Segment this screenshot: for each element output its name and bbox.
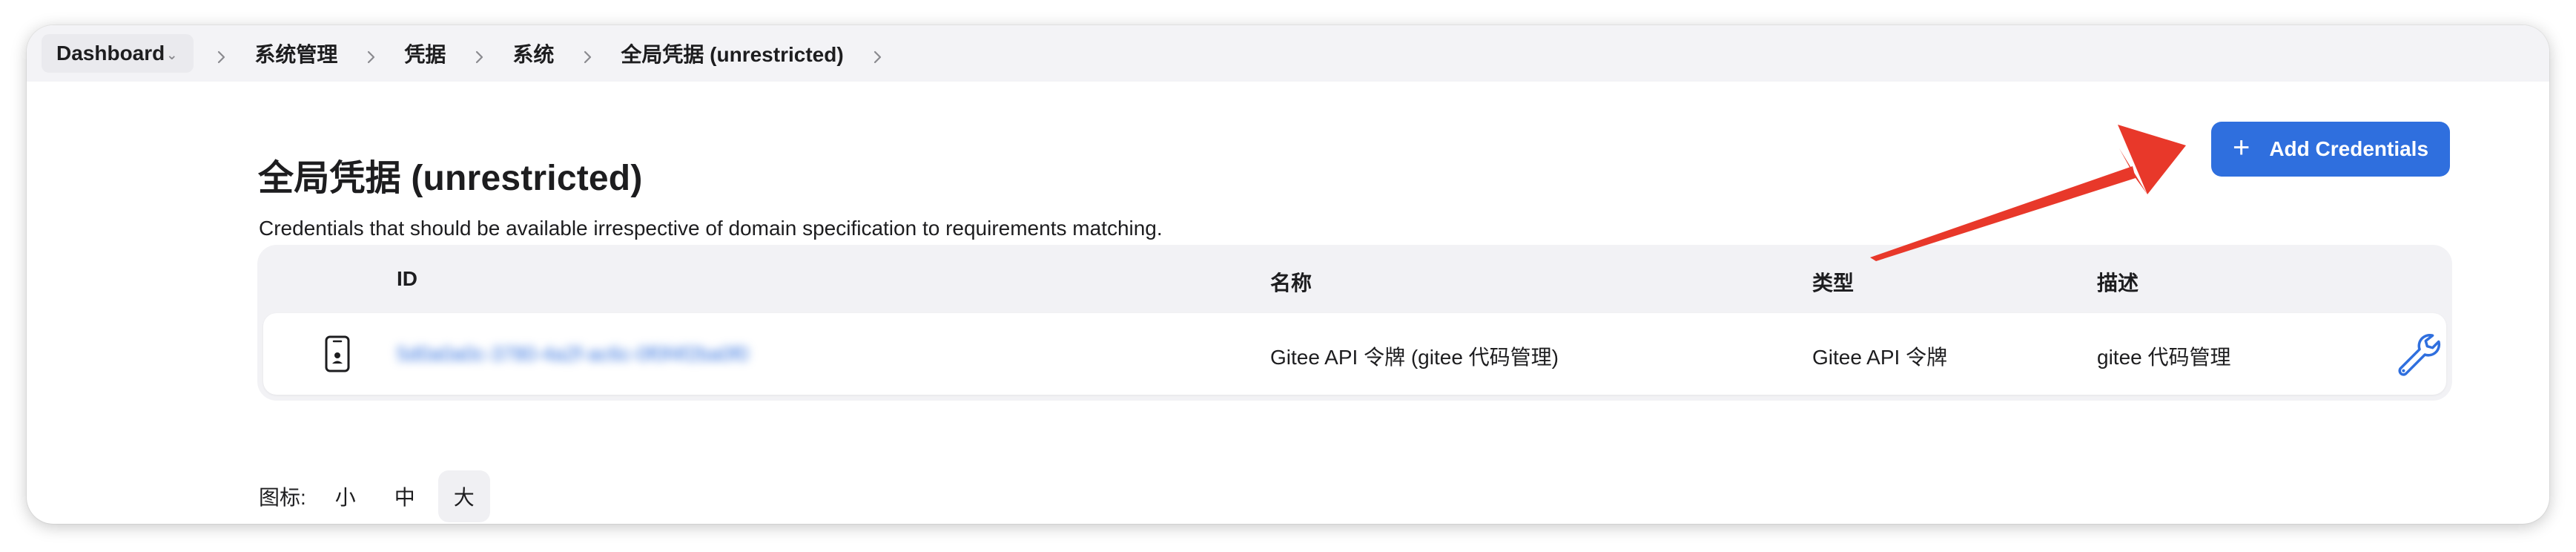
icon-size-label: 图标:: [259, 486, 306, 509]
mobile-credential-icon: [325, 335, 350, 372]
chevron-right-icon[interactable]: [871, 46, 885, 64]
jenkins-window: Dashboard ⌄ 系统管理 凭据 系统 全局凭据 (unrestricte…: [27, 25, 2549, 524]
breadcrumb-global-credentials-label: 全局凭据 (unrestricted): [621, 43, 844, 66]
plus-icon: +: [2232, 131, 2250, 164]
column-header-name[interactable]: 名称: [1270, 267, 1312, 297]
breadcrumb-credentials-label: 凭据: [404, 43, 446, 66]
chevron-down-icon[interactable]: ⌄: [166, 47, 177, 63]
page-title: 全局凭据 (unrestricted): [258, 159, 643, 198]
table-header: ID 名称 类型 描述: [257, 245, 2452, 312]
breadcrumb-system[interactable]: 系统: [506, 34, 560, 73]
breadcrumb-manage[interactable]: 系统管理: [248, 34, 343, 73]
icon-size-medium[interactable]: 中: [379, 470, 431, 522]
chevron-right-icon: [581, 46, 595, 64]
breadcrumb-global-credentials[interactable]: 全局凭据 (unrestricted): [615, 34, 849, 73]
credentials-table: ID 名称 类型 描述 5d0a0a0c-3780-4a2f-ac6c-0f0f…: [257, 245, 2452, 401]
breadcrumb: Dashboard ⌄ 系统管理 凭据 系统 全局凭据 (unrestricte…: [27, 25, 2549, 82]
icon-size-large[interactable]: 大: [437, 470, 490, 522]
breadcrumb-system-label: 系统: [512, 43, 555, 66]
breadcrumb-credentials[interactable]: 凭据: [398, 34, 452, 73]
credential-id-link[interactable]: 5d0a0a0c-3780-4a2f-ac6c-0f0f4f2ba0f0: [397, 343, 748, 366]
icon-size-small[interactable]: 小: [320, 470, 371, 522]
add-credentials-label: Add Credentials: [2269, 137, 2429, 160]
credential-description: gitee 代码管理: [2097, 346, 2231, 369]
column-header-type[interactable]: 类型: [1812, 267, 1854, 297]
icon-size-selector: 图标: 小 中 大: [259, 470, 498, 522]
chevron-right-icon: [472, 46, 487, 64]
chevron-right-icon: [364, 46, 379, 64]
add-credentials-button[interactable]: + Add Credentials: [2211, 122, 2450, 177]
page-description: Credentials that should be available irr…: [259, 217, 1163, 240]
credential-type: Gitee API 令牌: [1812, 346, 1948, 369]
table-row: 5d0a0a0c-3780-4a2f-ac6c-0f0f4f2ba0f0 Git…: [263, 313, 2446, 395]
column-header-description[interactable]: 描述: [2097, 267, 2139, 297]
breadcrumb-dashboard-label: Dashboard: [56, 42, 165, 65]
breadcrumb-manage-label: 系统管理: [254, 43, 338, 66]
chevron-right-icon: [214, 46, 229, 64]
column-header-id[interactable]: ID: [397, 267, 417, 291]
breadcrumb-dashboard[interactable]: Dashboard ⌄: [42, 34, 194, 73]
credential-name: Gitee API 令牌 (gitee 代码管理): [1270, 346, 1559, 369]
wrench-icon[interactable]: [2394, 329, 2443, 378]
